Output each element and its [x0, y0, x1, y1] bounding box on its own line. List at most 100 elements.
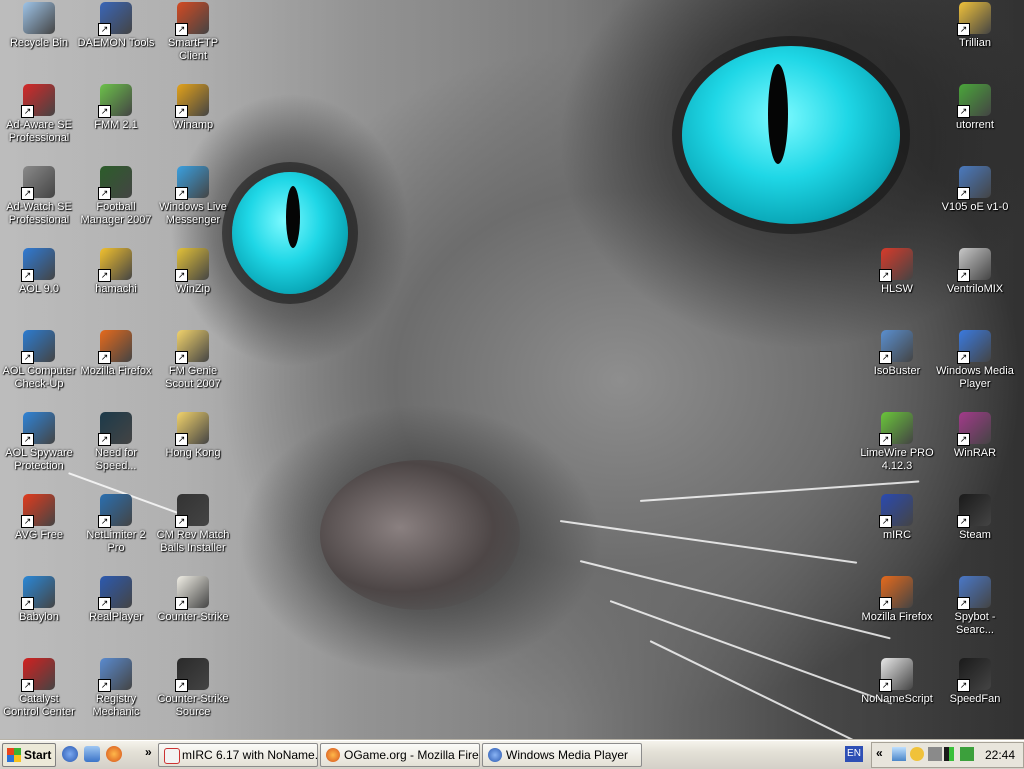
- fmm-icon: ↗: [98, 84, 132, 118]
- desktop-icon-label: HLSW: [881, 283, 913, 295]
- desktop-icon[interactable]: ↗ Windows Live Messenger: [154, 166, 232, 227]
- desktop-icon[interactable]: ↗ VentriloMIX: [936, 248, 1014, 296]
- desktop-icon[interactable]: ↗ Windows Media Player: [936, 330, 1014, 391]
- nonamescript-icon: ↗: [879, 658, 913, 692]
- desktop-icon[interactable]: ↗ AOL Spyware Protection: [0, 412, 78, 473]
- shortcut-arrow-icon: ↗: [175, 23, 188, 36]
- desktop-icon[interactable]: ↗ Counter-Strike Source: [154, 658, 232, 719]
- desktop-icon[interactable]: ↗ Steam: [936, 494, 1014, 542]
- desktop-icon[interactable]: ↗ DAEMON Tools: [77, 2, 155, 50]
- desktop-icon[interactable]: ↗ Trillian: [936, 2, 1014, 50]
- desktop-icon[interactable]: ↗ Spybot - Searc...: [936, 576, 1014, 637]
- shortcut-arrow-icon: ↗: [21, 187, 34, 200]
- desktop-icon[interactable]: ↗ WinZip: [154, 248, 232, 296]
- task-button-firefox[interactable]: OGame.org - Mozilla Fire...: [320, 743, 480, 767]
- desktop-icon-label: Mozilla Firefox: [861, 611, 933, 623]
- shortcut-arrow-icon: ↗: [879, 433, 892, 446]
- desktop-icon[interactable]: ↗ AOL Computer Check-Up: [0, 330, 78, 391]
- desktop-icon[interactable]: ↗ AVG Free: [0, 494, 78, 542]
- antivirus-tray-icon[interactable]: [960, 747, 974, 761]
- desktop-icon[interactable]: ↗ Mozilla Firefox: [858, 576, 936, 624]
- firefox-icon: ↗: [98, 330, 132, 364]
- desktop-icon-label: AOL Spyware Protection: [5, 447, 73, 472]
- desktop-icon[interactable]: ↗ LimeWire PRO 4.12.3: [858, 412, 936, 473]
- clock[interactable]: 22:44: [985, 743, 1015, 767]
- desktop-icon-label: Need for Speed...: [94, 447, 138, 472]
- desktop-icon[interactable]: ↗ Ad-Watch SE Professional: [0, 166, 78, 227]
- desktop-icon[interactable]: ↗ CM Rev Match Balls Installer: [154, 494, 232, 555]
- shortcut-arrow-icon: ↗: [98, 105, 111, 118]
- firefox-icon: [326, 748, 340, 762]
- desktop-icon[interactable]: ↗ Winamp: [154, 84, 232, 132]
- desktop-icon[interactable]: ↗ NetLimiter 2 Pro: [77, 494, 155, 555]
- desktop-icon-label: NoNameScript: [861, 693, 933, 705]
- installer-icon: ↗: [175, 494, 209, 528]
- desktop-icon[interactable]: ↗ SpeedFan: [936, 658, 1014, 706]
- desktop-icon-label: VentriloMIX: [946, 283, 1004, 295]
- desktop-icon[interactable]: ↗ FMM 2.1: [77, 84, 155, 132]
- folder-icon: ↗: [175, 412, 209, 446]
- desktop-icon[interactable]: ↗ Catalyst Control Center: [0, 658, 78, 719]
- aol-icon: ↗: [21, 248, 55, 282]
- desktop-icon[interactable]: ↗ WinRAR: [936, 412, 1014, 460]
- desktop-icon[interactable]: ↗ Ad-Aware SE Professional: [0, 84, 78, 145]
- desktop-icon-label: WinRAR: [953, 447, 997, 459]
- shortcut-arrow-icon: ↗: [21, 269, 34, 282]
- quicklaunch-show-desktop-icon[interactable]: [84, 746, 100, 762]
- network-icon[interactable]: [892, 747, 906, 761]
- shortcut-arrow-icon: ↗: [21, 351, 34, 364]
- desktop-icon[interactable]: ↗ utorrent: [936, 84, 1014, 132]
- system-tray: « 22:44: [871, 742, 1024, 768]
- desktop-icon[interactable]: ↗ Babylon: [0, 576, 78, 624]
- desktop-icon-label: AOL Computer Check-Up: [2, 365, 76, 390]
- task-button-mirc[interactable]: mIRC 6.17 with NoName...: [158, 743, 318, 767]
- desktop-icon-label: Babylon: [19, 611, 59, 623]
- tray-expand-chevron[interactable]: «: [876, 746, 883, 760]
- windows-flag-icon: [7, 748, 21, 762]
- desktop-icon-label: Trillian: [959, 37, 991, 49]
- media-player-icon: ↗: [957, 330, 991, 364]
- desktop-icon[interactable]: ↗ Mozilla Firefox: [77, 330, 155, 378]
- desktop-icon[interactable]: ↗ FM Genie Scout 2007: [154, 330, 232, 391]
- desktop-icon[interactable]: ↗ Need for Speed...: [77, 412, 155, 473]
- speedfan-tray-icon[interactable]: [928, 747, 942, 761]
- wallpaper-nose: [320, 460, 520, 610]
- nonamescript-icon: [164, 748, 180, 764]
- desktop-icon-label: AVG Free: [14, 529, 64, 541]
- desktop-icon[interactable]: ↗ NoNameScript: [858, 658, 936, 706]
- desktop-icon-label: Ad-Aware SE Professional: [6, 119, 72, 144]
- desktop-icon[interactable]: ↗ V105 oE v1-0: [936, 166, 1014, 214]
- shortcut-arrow-icon: ↗: [957, 105, 970, 118]
- shortcut-arrow-icon: ↗: [175, 105, 188, 118]
- meter-tray-icon[interactable]: [944, 747, 954, 761]
- desktop-icon[interactable]: ↗ RealPlayer: [77, 576, 155, 624]
- folder-icon: ↗: [175, 330, 209, 364]
- quicklaunch-media-player-icon[interactable]: [62, 746, 78, 762]
- desktop-icon[interactable]: ↗ HLSW: [858, 248, 936, 296]
- quicklaunch-firefox-icon[interactable]: [106, 746, 122, 762]
- desktop-icon-label: CM Rev Match Balls Installer: [156, 529, 230, 554]
- desktop-icon[interactable]: ↗ IsoBuster: [858, 330, 936, 378]
- desktop-icon[interactable]: ↗ hamachi: [77, 248, 155, 296]
- desktop-icon[interactable]: Recycle Bin: [0, 2, 78, 50]
- desktop-icon[interactable]: ↗ SmartFTP Client: [154, 2, 232, 63]
- desktop-icon[interactable]: ↗ mIRC: [858, 494, 936, 542]
- recycle-bin-icon: [23, 2, 55, 34]
- desktop-icon-label: Windows Media Player: [936, 365, 1014, 390]
- shortcut-arrow-icon: ↗: [175, 351, 188, 364]
- language-indicator[interactable]: EN: [845, 746, 863, 762]
- quicklaunch-chevron[interactable]: »: [145, 745, 152, 759]
- task-button-media-player[interactable]: Windows Media Player: [482, 743, 642, 767]
- desktop-icon[interactable]: ↗ Counter-Strike: [154, 576, 232, 624]
- realplayer-icon: ↗: [98, 576, 132, 610]
- shortcut-arrow-icon: ↗: [98, 433, 111, 446]
- desktop-icon[interactable]: ↗ Football Manager 2007: [77, 166, 155, 227]
- desktop-icon[interactable]: ↗ AOL 9.0: [0, 248, 78, 296]
- desktop-icon[interactable]: ↗ Hong Kong: [154, 412, 232, 460]
- football-manager-icon: ↗: [98, 166, 132, 200]
- desktop-icon-label: Hong Kong: [165, 447, 221, 459]
- start-button[interactable]: Start: [2, 743, 56, 767]
- desktop-icon[interactable]: ↗ Registry Mechanic: [77, 658, 155, 719]
- desktop-icon-label: Counter-Strike: [157, 611, 229, 623]
- trillian-tray-icon[interactable]: [910, 747, 924, 761]
